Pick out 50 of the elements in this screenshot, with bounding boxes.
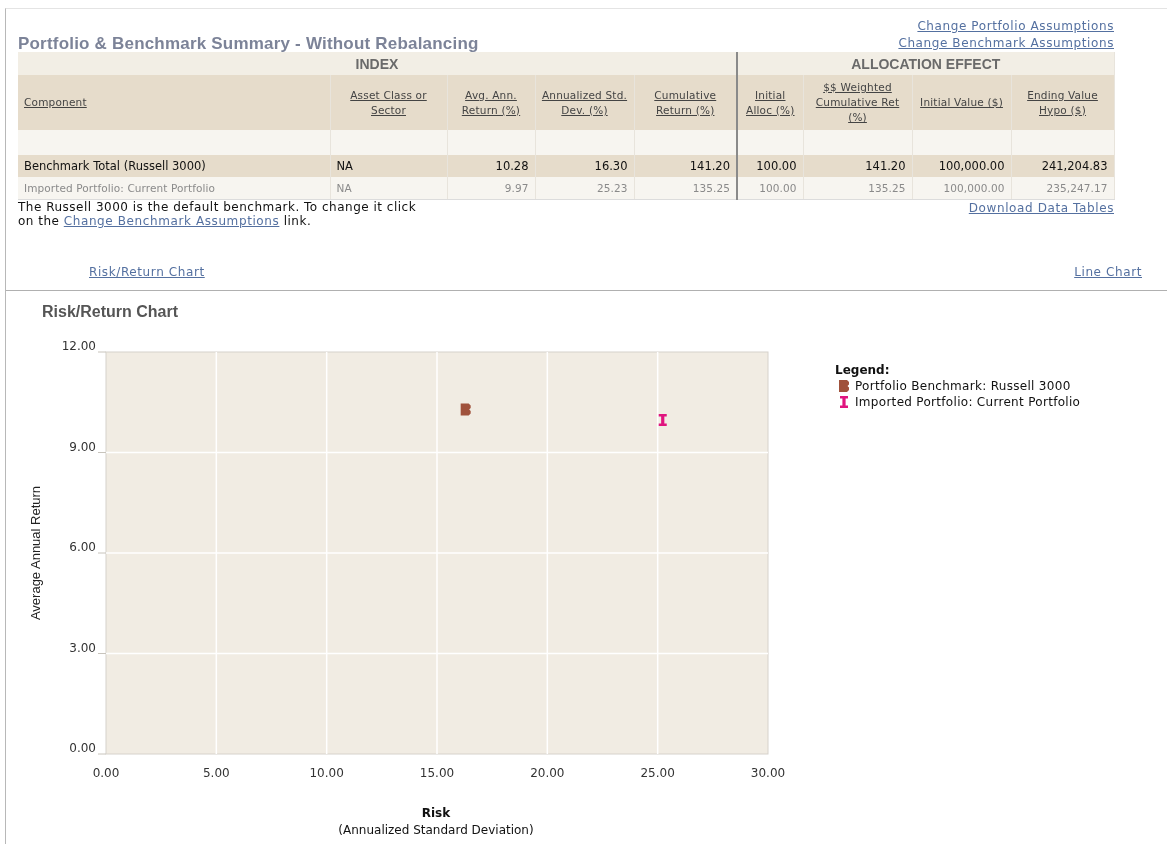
table-cell: 25.23 [535,177,634,200]
table-cell: NA [330,155,447,177]
download-link[interactable]: Download Data Tables [968,200,1114,217]
table-cell: 235,247.17 [1011,177,1114,200]
table-cell: Benchmark Total (Russell 3000) [18,155,330,177]
benchmark-assumptions-link[interactable]: Change Benchmark Assumptions [63,214,280,228]
data-point [460,403,471,416]
column-header-link[interactable]: Component [24,95,87,110]
y-tick-label: 3.00 [69,640,96,655]
y-tick-label: 6.00 [69,540,96,554]
y-tick-label: 9.00 [69,439,96,454]
table-cell: 100,000.00 [912,155,1011,177]
table-cell: 141.20 [803,155,912,177]
x-axis-subtitle: (Annualized Standard Deviation) [338,823,534,837]
legend-title: Legend: [835,363,891,378]
x-tick-label: 5.00 [202,766,230,780]
y-axis-title: Average Annual Return [28,485,43,621]
assumptions-link[interactable]: Change Benchmark Assumptions [898,35,1114,52]
group-header: ALLOCATION EFFECT [737,52,1114,75]
table-cell: 135.25 [803,177,912,200]
table-cell: 9.97 [447,177,535,200]
table-cell: 241,204.83 [1011,155,1114,177]
table-cell: 141.20 [634,155,737,177]
x-axis-title: Risk [421,806,451,820]
page-title: Portfolio & Benchmark Summary - Without Rebalancing [18,34,479,54]
x-tick-label: 15.00 [419,766,455,780]
data-point [658,414,667,426]
table-cell: Imported Portfolio: Current Portfolio [18,177,330,200]
x-tick-label: 0.00 [92,766,120,780]
legend-label: Portfolio Benchmark: Russell 3000 [855,378,1071,394]
chart-title: Risk/Return Chart [42,303,180,321]
y-tick-label: 12.00 [61,341,96,353]
assumptions-link[interactable]: Change Portfolio Assumptions [917,18,1114,35]
table-cell: 10.28 [447,155,535,177]
table-cell: 100.00 [737,155,803,177]
chart-link[interactable]: Line Chart [1074,264,1142,281]
table-cell: 100,000.00 [912,177,1011,200]
x-tick-label: 20.00 [530,766,565,780]
x-tick-label: 10.00 [309,766,344,780]
chart-link[interactable]: Risk/Return Chart [89,264,205,281]
table-cell: NA [330,177,447,200]
table-cell: 135.25 [634,177,737,200]
x-tick-label: 25.00 [640,766,675,780]
x-tick-label: 30.00 [750,766,786,780]
benchmark-note: The Russell 3000 is the default benchmark. To change it click on the Change Benchmark Assumptions link. [18,200,418,228]
legend-label: Imported Portfolio: Current Portfolio [855,394,1081,410]
group-header: INDEX [18,52,737,75]
y-tick-label: 0.00 [69,741,96,755]
table-cell: 100.00 [737,177,803,200]
table-cell: 16.30 [535,155,634,177]
